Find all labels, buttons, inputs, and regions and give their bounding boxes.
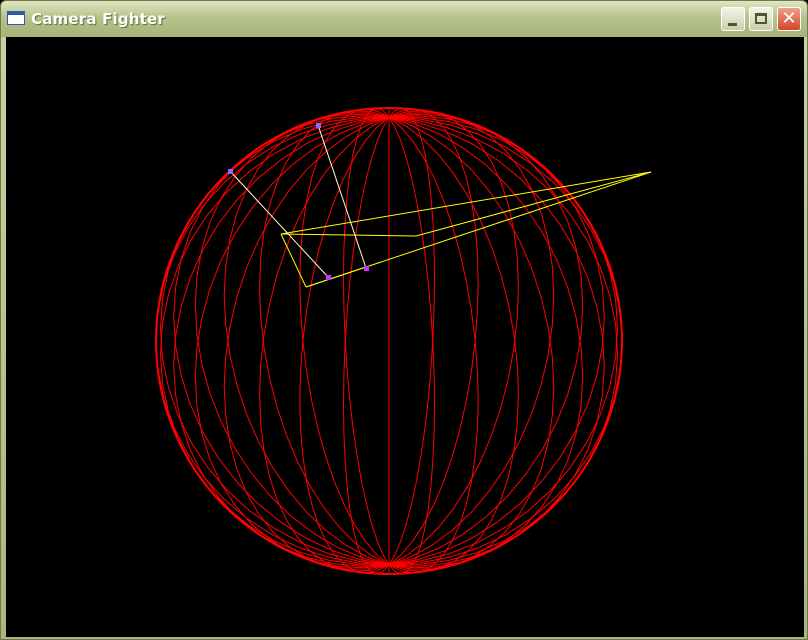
- frustum-edge: [305, 266, 367, 288]
- sphere-meridian: [159, 116, 390, 566]
- minimize-button[interactable]: [721, 7, 745, 31]
- sphere-meridian: [388, 116, 619, 566]
- sphere-meridian: [259, 116, 390, 572]
- sphere-meridian: [173, 115, 390, 566]
- sphere-meridian: [173, 116, 390, 567]
- sphere-meridian: [388, 116, 619, 566]
- sphere-meridian: [259, 110, 390, 566]
- maximize-icon: [755, 13, 767, 24]
- sphere-meridian: [388, 110, 519, 566]
- sphere-meridian: [388, 107, 436, 566]
- sphere-meridian: [388, 116, 584, 569]
- camera-marker: [316, 123, 321, 128]
- app-window: Camera Fighter ✕: [0, 0, 808, 640]
- frustum-edge: [280, 233, 307, 288]
- camera-marker: [364, 266, 369, 271]
- camera-marker: [326, 275, 331, 280]
- minimize-icon: [728, 23, 737, 26]
- scene-canvas[interactable]: [6, 37, 804, 637]
- camera-ray: [317, 124, 367, 269]
- sphere-meridian: [159, 116, 390, 566]
- sphere-meridian: [342, 116, 390, 575]
- wireframe-sphere: [155, 107, 623, 575]
- sphere-meridian: [388, 116, 519, 572]
- render-viewport[interactable]: [6, 37, 804, 637]
- close-icon: ✕: [781, 8, 797, 29]
- sphere-meridian: [388, 116, 436, 575]
- sphere-meridian: [388, 113, 584, 566]
- title-bar[interactable]: Camera Fighter ✕: [1, 1, 807, 37]
- close-button[interactable]: ✕: [777, 7, 801, 31]
- maximize-button[interactable]: [749, 7, 773, 31]
- sphere-meridian: [194, 116, 390, 569]
- window-title: Camera Fighter: [31, 10, 166, 28]
- camera-marker: [228, 169, 233, 174]
- app-window-icon[interactable]: [7, 11, 25, 25]
- sphere-meridian: [388, 115, 605, 566]
- sphere-meridian: [342, 107, 390, 566]
- frustum-edge: [280, 233, 417, 237]
- camera-frustum: [280, 171, 652, 288]
- frustum-edge: [415, 171, 652, 237]
- camera-ray: [229, 170, 329, 278]
- sphere-meridian: [194, 113, 390, 566]
- sphere-meridian: [388, 116, 605, 567]
